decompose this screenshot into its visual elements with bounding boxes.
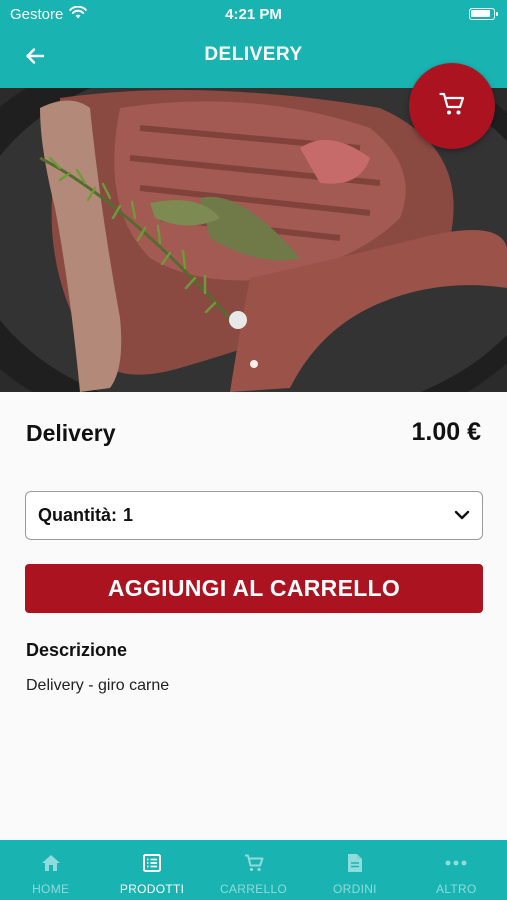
tab-label: CARRELLO	[219, 882, 288, 896]
tab-label: HOME	[32, 882, 70, 896]
more-icon	[445, 853, 467, 873]
description-title: Descrizione	[26, 640, 128, 660]
tab-prodotti[interactable]: PRODOTTI	[101, 840, 202, 900]
cart-icon	[439, 92, 465, 121]
tab-carrello[interactable]: CARRELLO	[203, 840, 304, 900]
list-icon	[143, 853, 162, 873]
status-bar: Gestore 4:21 PM	[0, 0, 507, 30]
description-text: Delivery - giro carne	[26, 677, 170, 694]
page-title: DELIVERY	[204, 44, 303, 65]
tab-label: ALTRO	[436, 882, 477, 896]
product-name: Delivery	[26, 420, 116, 446]
tab-ordini[interactable]: ORDINI	[304, 840, 405, 900]
product-price: 1.00 €	[411, 418, 481, 446]
status-time: 4:21 PM	[225, 6, 282, 23]
battery-icon	[469, 8, 498, 20]
tab-altro[interactable]: ALTRO	[406, 840, 507, 900]
quantity-value: 1	[123, 505, 134, 525]
document-icon	[347, 853, 363, 873]
tab-label: PRODOTTI	[119, 882, 185, 896]
tab-home[interactable]: HOME	[0, 840, 101, 900]
cart-icon	[244, 853, 264, 873]
tab-label: ORDINI	[333, 882, 377, 896]
chevron-down-icon	[454, 507, 470, 525]
quantity-label: Quantità:	[38, 505, 117, 525]
carousel-indicator[interactable]	[250, 360, 258, 368]
bottom-tab-bar: HOME PRODOTTI CARRELLO ORDINI ALTRO	[0, 840, 507, 900]
quantity-select[interactable]: Quantità: 1	[25, 491, 483, 540]
home-icon	[41, 853, 61, 873]
cart-fab-button[interactable]	[409, 63, 495, 149]
add-to-cart-button[interactable]: AGGIUNGI AL CARRELLO	[25, 564, 483, 613]
